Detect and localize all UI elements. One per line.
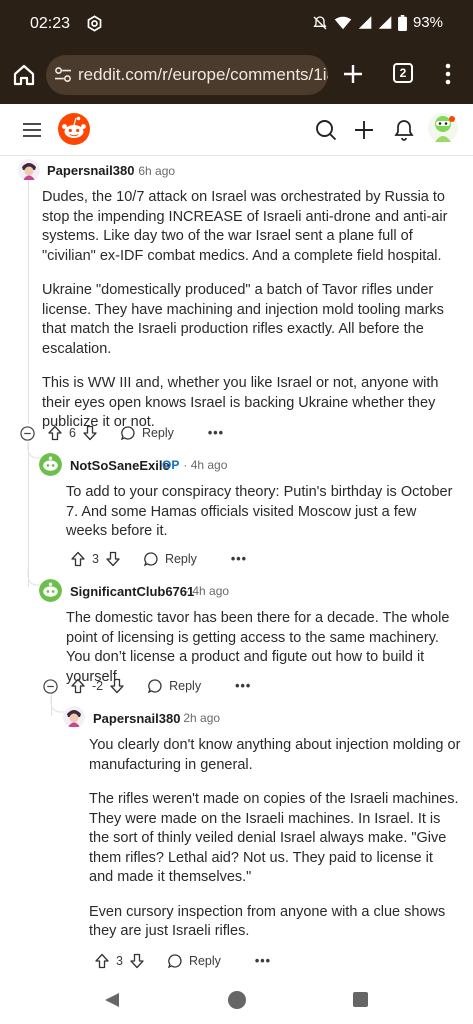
create-post-icon[interactable] — [353, 119, 375, 141]
comment-body: You clearly don't know anything about in… — [89, 736, 461, 957]
search-icon[interactable] — [315, 119, 337, 141]
reply-bubble-icon — [148, 679, 162, 694]
comment-actions: 3 Reply ••• — [94, 950, 271, 972]
more-options-button[interactable]: ••• — [235, 679, 251, 693]
user-avatar[interactable] — [427, 112, 459, 146]
comment-paragraph: To add to your conspiracy theory: Putin'… — [66, 484, 453, 539]
tab-switcher-button[interactable]: 2 — [393, 63, 413, 83]
comment-timestamp: · 2h ago — [176, 711, 221, 725]
recents-icon[interactable] — [353, 992, 368, 1007]
comment-paragraph: Ukraine "domestically produced" a batch … — [42, 282, 444, 357]
comment-timestamp: · 6h ago — [131, 164, 176, 178]
comment-time: 2h ago — [183, 711, 221, 725]
reply-bubble-icon — [167, 954, 182, 969]
comment-time: 6h ago — [138, 164, 176, 178]
reddit-logo-icon[interactable] — [57, 112, 91, 146]
notifications-bell-icon[interactable] — [392, 118, 416, 142]
comment-paragraph: Even cursory inspection from anyone with… — [89, 903, 446, 940]
more-options-button[interactable]: ••• — [231, 552, 247, 566]
comment-time: 4h ago — [192, 584, 230, 598]
comment-timestamp: OP · 4h ago — [162, 458, 228, 472]
url-text: reddit.com/r/europe/comments/1ia — [78, 65, 328, 84]
signal-icon — [358, 16, 372, 29]
commenter-avatar[interactable] — [39, 579, 62, 602]
thread-guide-line — [28, 442, 29, 587]
reply-label: Reply — [141, 426, 174, 440]
browser-toolbar: reddit.com/r/europe/comments/1ia 2 — [0, 46, 473, 104]
downvote-icon[interactable] — [82, 425, 98, 441]
new-tab-icon[interactable] — [342, 63, 364, 85]
reply-button[interactable]: Reply — [120, 425, 174, 441]
downvote-icon[interactable] — [109, 678, 125, 694]
comment-time: 4h ago — [190, 458, 228, 472]
comment-actions: 6 Reply ••• — [47, 422, 224, 444]
vote-score: 3 — [116, 954, 123, 968]
downvote-icon[interactable] — [105, 551, 121, 567]
mute-icon — [313, 15, 327, 29]
collapse-thread-icon[interactable] — [43, 679, 58, 694]
wifi-icon — [334, 16, 352, 30]
more-options-button[interactable]: ••• — [208, 426, 224, 440]
url-bar[interactable]: reddit.com/r/europe/comments/1ia — [46, 55, 328, 95]
home-icon[interactable] — [12, 63, 36, 87]
reddit-header — [0, 104, 473, 156]
more-options-button[interactable]: ••• — [255, 954, 271, 968]
upvote-icon[interactable] — [70, 678, 86, 694]
comment-body: Dudes, the 10/7 attack on Israel was orc… — [42, 188, 458, 448]
thread-guide-line — [28, 180, 29, 424]
reply-label: Reply — [169, 679, 202, 693]
comment-actions: -2 Reply ••• — [70, 675, 251, 697]
comment-paragraph: Dudes, the 10/7 attack on Israel was orc… — [42, 189, 448, 264]
reply-bubble-icon — [143, 552, 158, 567]
site-settings-icon[interactable] — [54, 67, 72, 83]
vote-score: -2 — [92, 679, 104, 693]
comment-actions: 3 Reply ••• — [70, 548, 247, 570]
battery-icon — [398, 14, 407, 31]
upvote-icon[interactable] — [70, 551, 86, 567]
back-icon[interactable] — [104, 992, 120, 1008]
upvote-icon[interactable] — [47, 425, 63, 441]
collapse-thread-icon[interactable] — [20, 426, 35, 441]
comment-author[interactable]: Papersnail380 — [93, 711, 180, 726]
comment-author[interactable]: NotSoSaneExile — [70, 458, 170, 473]
commenter-avatar[interactable] — [18, 159, 40, 181]
status-indicators: 93% — [312, 14, 443, 31]
comment-timestamp: · 4h ago — [185, 584, 230, 598]
system-nav-bar — [0, 976, 473, 1024]
op-badge: OP — [162, 458, 180, 472]
reply-button[interactable]: Reply — [147, 678, 201, 694]
status-bar: 02:23 93% — [0, 0, 473, 46]
comment-thread: Papersnail380 · 6h ago Dudes, the 10/7 a… — [0, 156, 473, 976]
reply-bubble-icon — [120, 426, 135, 441]
menu-icon[interactable] — [22, 120, 42, 140]
more-vert-icon[interactable] — [444, 62, 452, 86]
home-button-icon[interactable] — [228, 991, 246, 1009]
reply-label: Reply — [188, 954, 221, 968]
downvote-icon[interactable] — [129, 953, 145, 969]
settings-icon — [87, 15, 102, 32]
battery-percent: 93% — [412, 14, 443, 31]
commenter-avatar[interactable] — [39, 453, 62, 476]
comment-body: To add to your conspiracy theory: Putin'… — [66, 483, 458, 557]
comment-author[interactable]: Papersnail380 — [47, 163, 134, 178]
upvote-icon[interactable] — [94, 953, 110, 969]
reply-button[interactable]: Reply — [143, 551, 197, 567]
vote-score: 3 — [92, 552, 99, 566]
comment-paragraph: You clearly don't know anything about in… — [89, 737, 461, 773]
reply-label: Reply — [164, 552, 197, 566]
comment-author[interactable]: SignificantClub6761 — [70, 584, 194, 599]
commenter-avatar[interactable] — [63, 706, 85, 728]
reply-button[interactable]: Reply — [167, 953, 221, 969]
status-time: 02:23 — [30, 15, 71, 32]
comment-paragraph: The rifles weren't made on copies of the… — [89, 791, 459, 885]
vote-score: 6 — [69, 426, 76, 440]
signal-icon-2 — [378, 16, 392, 29]
